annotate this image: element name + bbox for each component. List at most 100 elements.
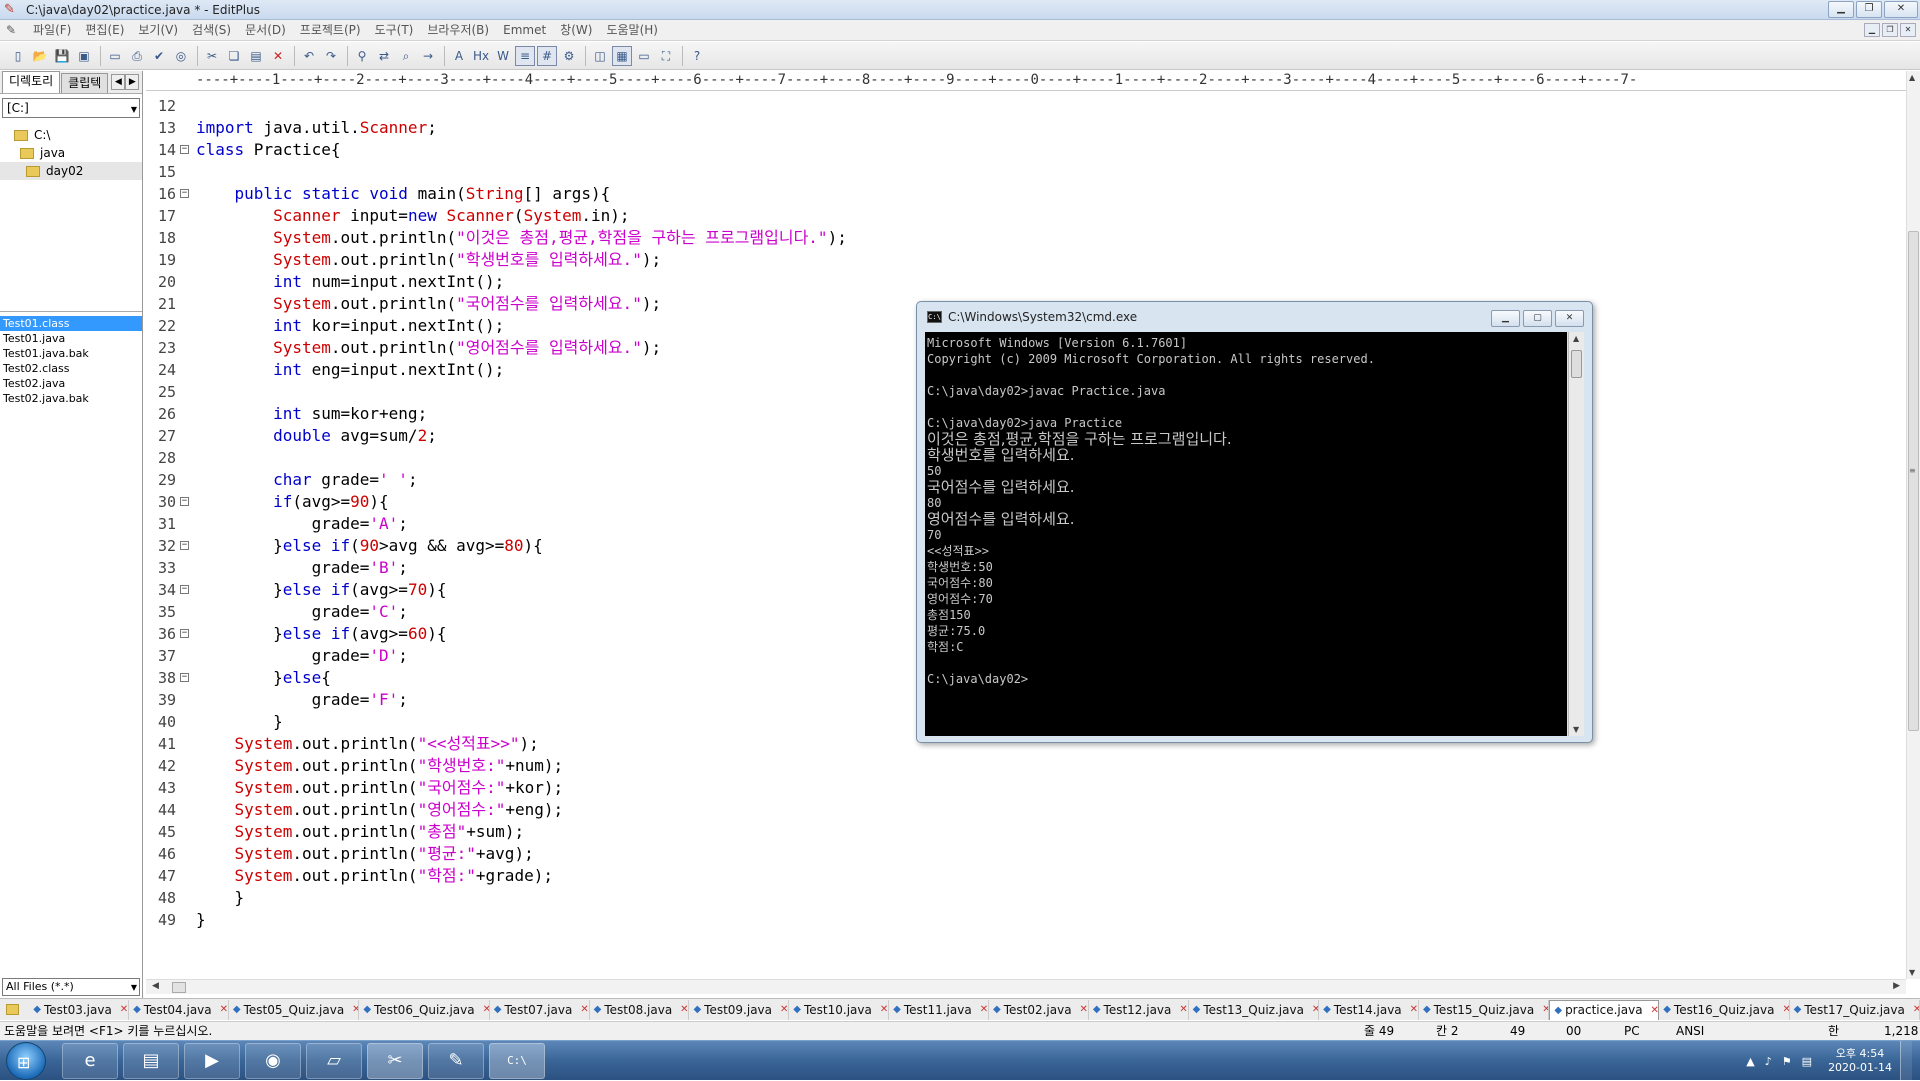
code-line[interactable]: 48 } [146, 887, 1906, 909]
fullscreen-icon[interactable]: ⛶ [656, 46, 676, 66]
code-line[interactable]: 20 int num=input.nextInt(); [146, 271, 1906, 293]
doc-tab[interactable]: ◆Test05_Quiz.java ✕ [229, 999, 360, 1020]
doc-tab[interactable]: ◆Test16_Quiz.java ✕ [1659, 999, 1790, 1020]
doc-tab[interactable]: ◆ Test08.java ✕ [590, 999, 690, 1020]
doc-restore-button[interactable]: ❐ [1882, 23, 1898, 37]
close-tab-icon[interactable]: ✕ [1312, 1004, 1318, 1015]
doc-tab[interactable]: ◆ Test11.java ✕ [889, 999, 989, 1020]
notepad-icon[interactable]: ▱ [306, 1043, 362, 1079]
close-tab-icon[interactable]: ✕ [352, 1004, 358, 1015]
code-line[interactable]: 12 [146, 95, 1906, 117]
fold-toggle-icon[interactable]: − [180, 629, 189, 638]
copy-icon[interactable]: ❏ [224, 46, 244, 66]
cmd-scroll-thumb[interactable] [1571, 350, 1582, 378]
editplus-icon[interactable]: ✎ [428, 1043, 484, 1079]
replace-icon[interactable]: ⇄ [374, 46, 394, 66]
new-file-icon[interactable]: ▯ [8, 46, 28, 66]
doc-tab[interactable]: ◆ Test02.java ✕ [989, 999, 1089, 1020]
network-icon[interactable]: ▤ [1802, 1055, 1812, 1068]
tab-directory[interactable]: 디렉토리 [2, 71, 61, 93]
find-icon[interactable]: ⚲ [352, 46, 372, 66]
ruler-icon[interactable]: ≡ [515, 45, 535, 66]
close-tab-icon[interactable]: ✕ [483, 1004, 489, 1015]
code-line[interactable]: 45 System.out.println("총점"+sum); [146, 821, 1906, 843]
tree-item-day02[interactable]: day02 [0, 162, 142, 180]
file-list-item[interactable]: Test01.java [0, 331, 142, 346]
start-button[interactable]: ⊞ [6, 1042, 46, 1080]
code-line[interactable]: 46 System.out.println("평균:"+avg); [146, 843, 1906, 865]
goto-icon[interactable]: → [418, 46, 438, 66]
doc-tab[interactable]: ◆ Test12.java ✕ [1089, 999, 1189, 1020]
fold-toggle-icon[interactable]: − [180, 585, 189, 594]
fold-toggle-icon[interactable]: − [180, 497, 189, 506]
menu-item[interactable]: 창(W) [553, 20, 599, 41]
undo-icon[interactable]: ↶ [299, 46, 319, 66]
hex-icon[interactable]: Hx [471, 46, 491, 66]
menu-item[interactable]: 도움말(H) [599, 20, 665, 41]
code-line[interactable]: 14− class Practice{ [146, 139, 1906, 161]
close-tab-icon[interactable]: ✕ [980, 1004, 988, 1015]
fold-toggle-icon[interactable]: − [180, 145, 189, 154]
code-line[interactable]: 15 [146, 161, 1906, 183]
menu-item[interactable]: 보기(V) [131, 20, 185, 41]
close-tab-icon[interactable]: ✕ [680, 1004, 688, 1015]
close-tab-icon[interactable]: ✕ [220, 1004, 228, 1015]
scroll-up-icon[interactable]: ▲ [1909, 73, 1915, 82]
doc-tab[interactable]: ◆ Test14.java ✕ [1319, 999, 1419, 1020]
speaker-icon[interactable]: ♪ [1765, 1055, 1772, 1068]
code-line[interactable]: 47 System.out.println("학점:"+grade); [146, 865, 1906, 887]
doc-tab[interactable]: ◆Test17_Quiz.java ✕ [1790, 999, 1920, 1020]
close-tab-icon[interactable]: ✕ [1542, 1004, 1548, 1015]
doc-close-button[interactable]: ✕ [1900, 23, 1916, 37]
font-icon[interactable]: A [449, 46, 469, 66]
doc-tab[interactable]: ◆ practice.java ✕ [1549, 999, 1660, 1020]
doc-tab[interactable]: ◆ Test09.java ✕ [689, 999, 790, 1020]
tab-cliptext[interactable]: 클립텍 [61, 73, 109, 93]
explorer-icon[interactable]: ▤ [123, 1043, 179, 1079]
help-icon[interactable]: ? [687, 46, 707, 66]
close-tab-icon[interactable]: ✕ [1179, 1004, 1187, 1015]
save-all-icon[interactable]: ▣ [74, 46, 94, 66]
menu-item[interactable]: Emmet [496, 20, 553, 41]
code-line[interactable]: 49} [146, 909, 1906, 931]
code-line[interactable]: 43 System.out.println("국어점수:"+kor); [146, 777, 1906, 799]
code-line[interactable]: 13 import java.util.Scanner; [146, 117, 1906, 139]
scroll-up-icon[interactable]: ▲ [1573, 334, 1579, 343]
save-icon[interactable]: 💾 [52, 46, 72, 66]
fold-toggle-icon[interactable]: − [180, 189, 189, 198]
cmd-scrollbar[interactable]: ▲ ▼ [1568, 332, 1584, 736]
spell-check-icon[interactable]: ✔ [149, 46, 169, 66]
horizontal-scrollbar[interactable]: ◀ ▶ [146, 979, 1906, 994]
browser-icon[interactable]: ◎ [171, 46, 191, 66]
menu-item[interactable]: 편집(E) [78, 20, 131, 41]
cmd-output[interactable]: Microsoft Windows [Version 6.1.7601] Copy… [925, 332, 1567, 736]
close-tab-icon[interactable]: ✕ [580, 1004, 588, 1015]
h-scroll-thumb[interactable] [172, 982, 186, 993]
word-wrap-icon[interactable]: W [493, 46, 513, 66]
drive-select[interactable]: [C:] ▼ [2, 98, 140, 118]
cmd-title-bar[interactable]: C:\ C:\Windows\System32\cmd.exe ▁ ▢ ✕ [917, 302, 1592, 332]
menu-item[interactable]: 검색(S) [185, 20, 238, 41]
output-icon[interactable]: ▭ [634, 46, 654, 66]
tree-item-java[interactable]: java [0, 144, 142, 162]
minimize-button[interactable]: ▁ [1828, 1, 1854, 18]
split-icon[interactable]: ◫ [590, 46, 610, 66]
fold-toggle-icon[interactable]: − [180, 541, 189, 550]
scroll-right-icon[interactable]: ▶ [1893, 981, 1900, 991]
close-tab-icon[interactable]: ✕ [120, 1004, 128, 1015]
scroll-thumb[interactable] [1908, 231, 1919, 731]
code-line[interactable]: 19 System.out.println("학생번호를 입력하세요."); [146, 249, 1906, 271]
flag-icon[interactable]: ⚑ [1782, 1055, 1792, 1068]
open-icon[interactable]: 📂 [30, 46, 50, 66]
cmd-icon[interactable]: C:\ [489, 1043, 545, 1079]
doc-tab[interactable]: ◆Test15_Quiz.java ✕ [1419, 999, 1550, 1020]
print-icon[interactable]: ⎙ [127, 46, 147, 66]
close-tab-icon[interactable]: ✕ [1651, 1005, 1659, 1016]
delete-icon[interactable]: ✕ [268, 46, 288, 66]
paste-icon[interactable]: ▤ [246, 46, 266, 66]
close-tab-icon[interactable]: ✕ [780, 1004, 788, 1015]
code-line[interactable]: 17 Scanner input=new Scanner(System.in); [146, 205, 1906, 227]
scroll-down-icon[interactable]: ▼ [1573, 725, 1579, 734]
menu-item[interactable]: 파일(F) [26, 20, 78, 41]
doc-tab[interactable]: ◆Test06_Quiz.java ✕ [359, 999, 490, 1020]
